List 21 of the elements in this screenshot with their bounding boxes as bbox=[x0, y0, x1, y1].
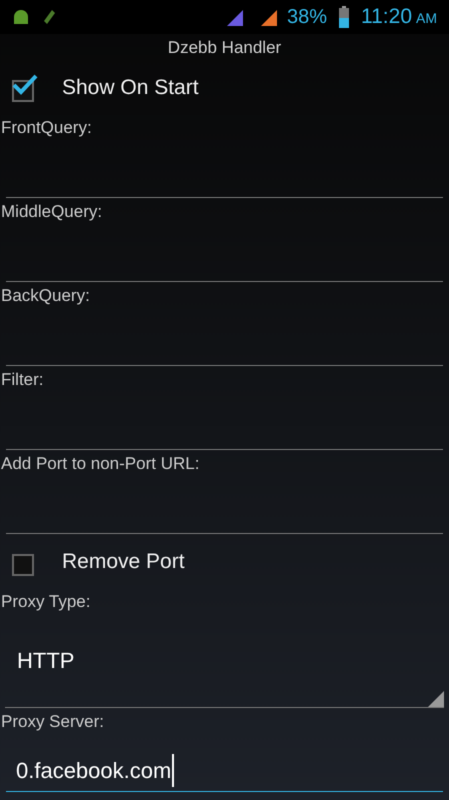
field-label: Proxy Server: bbox=[0, 711, 105, 733]
pen-icon bbox=[42, 9, 56, 25]
dropdown[interactable]: HTTP bbox=[5, 614, 444, 708]
checkbox-label: Show On Start bbox=[62, 75, 199, 102]
window-title: Dzebb Handler bbox=[168, 37, 282, 60]
input-field[interactable]: 0.facebook.com bbox=[6, 734, 443, 792]
checkbox-label: Remove Port bbox=[62, 549, 185, 576]
field-label: Filter: bbox=[0, 369, 44, 391]
clock-time: 11:20 bbox=[361, 4, 412, 30]
field-label: FrontQuery: bbox=[0, 117, 93, 139]
checkbox[interactable] bbox=[12, 74, 40, 102]
field-label: Add Port to non-Port URL: bbox=[0, 453, 200, 475]
corner-icon bbox=[428, 691, 444, 707]
battery-percent: 38% bbox=[286, 5, 327, 30]
battery-icon bbox=[339, 6, 349, 28]
clock-ampm: AM bbox=[416, 9, 437, 28]
field-label: BackQuery: bbox=[0, 285, 91, 307]
checkmark-icon bbox=[12, 74, 38, 96]
field-label: MiddleQuery: bbox=[0, 201, 104, 223]
field-value: 0.facebook.com bbox=[16, 754, 174, 787]
field-label: Proxy Type: bbox=[0, 591, 92, 613]
